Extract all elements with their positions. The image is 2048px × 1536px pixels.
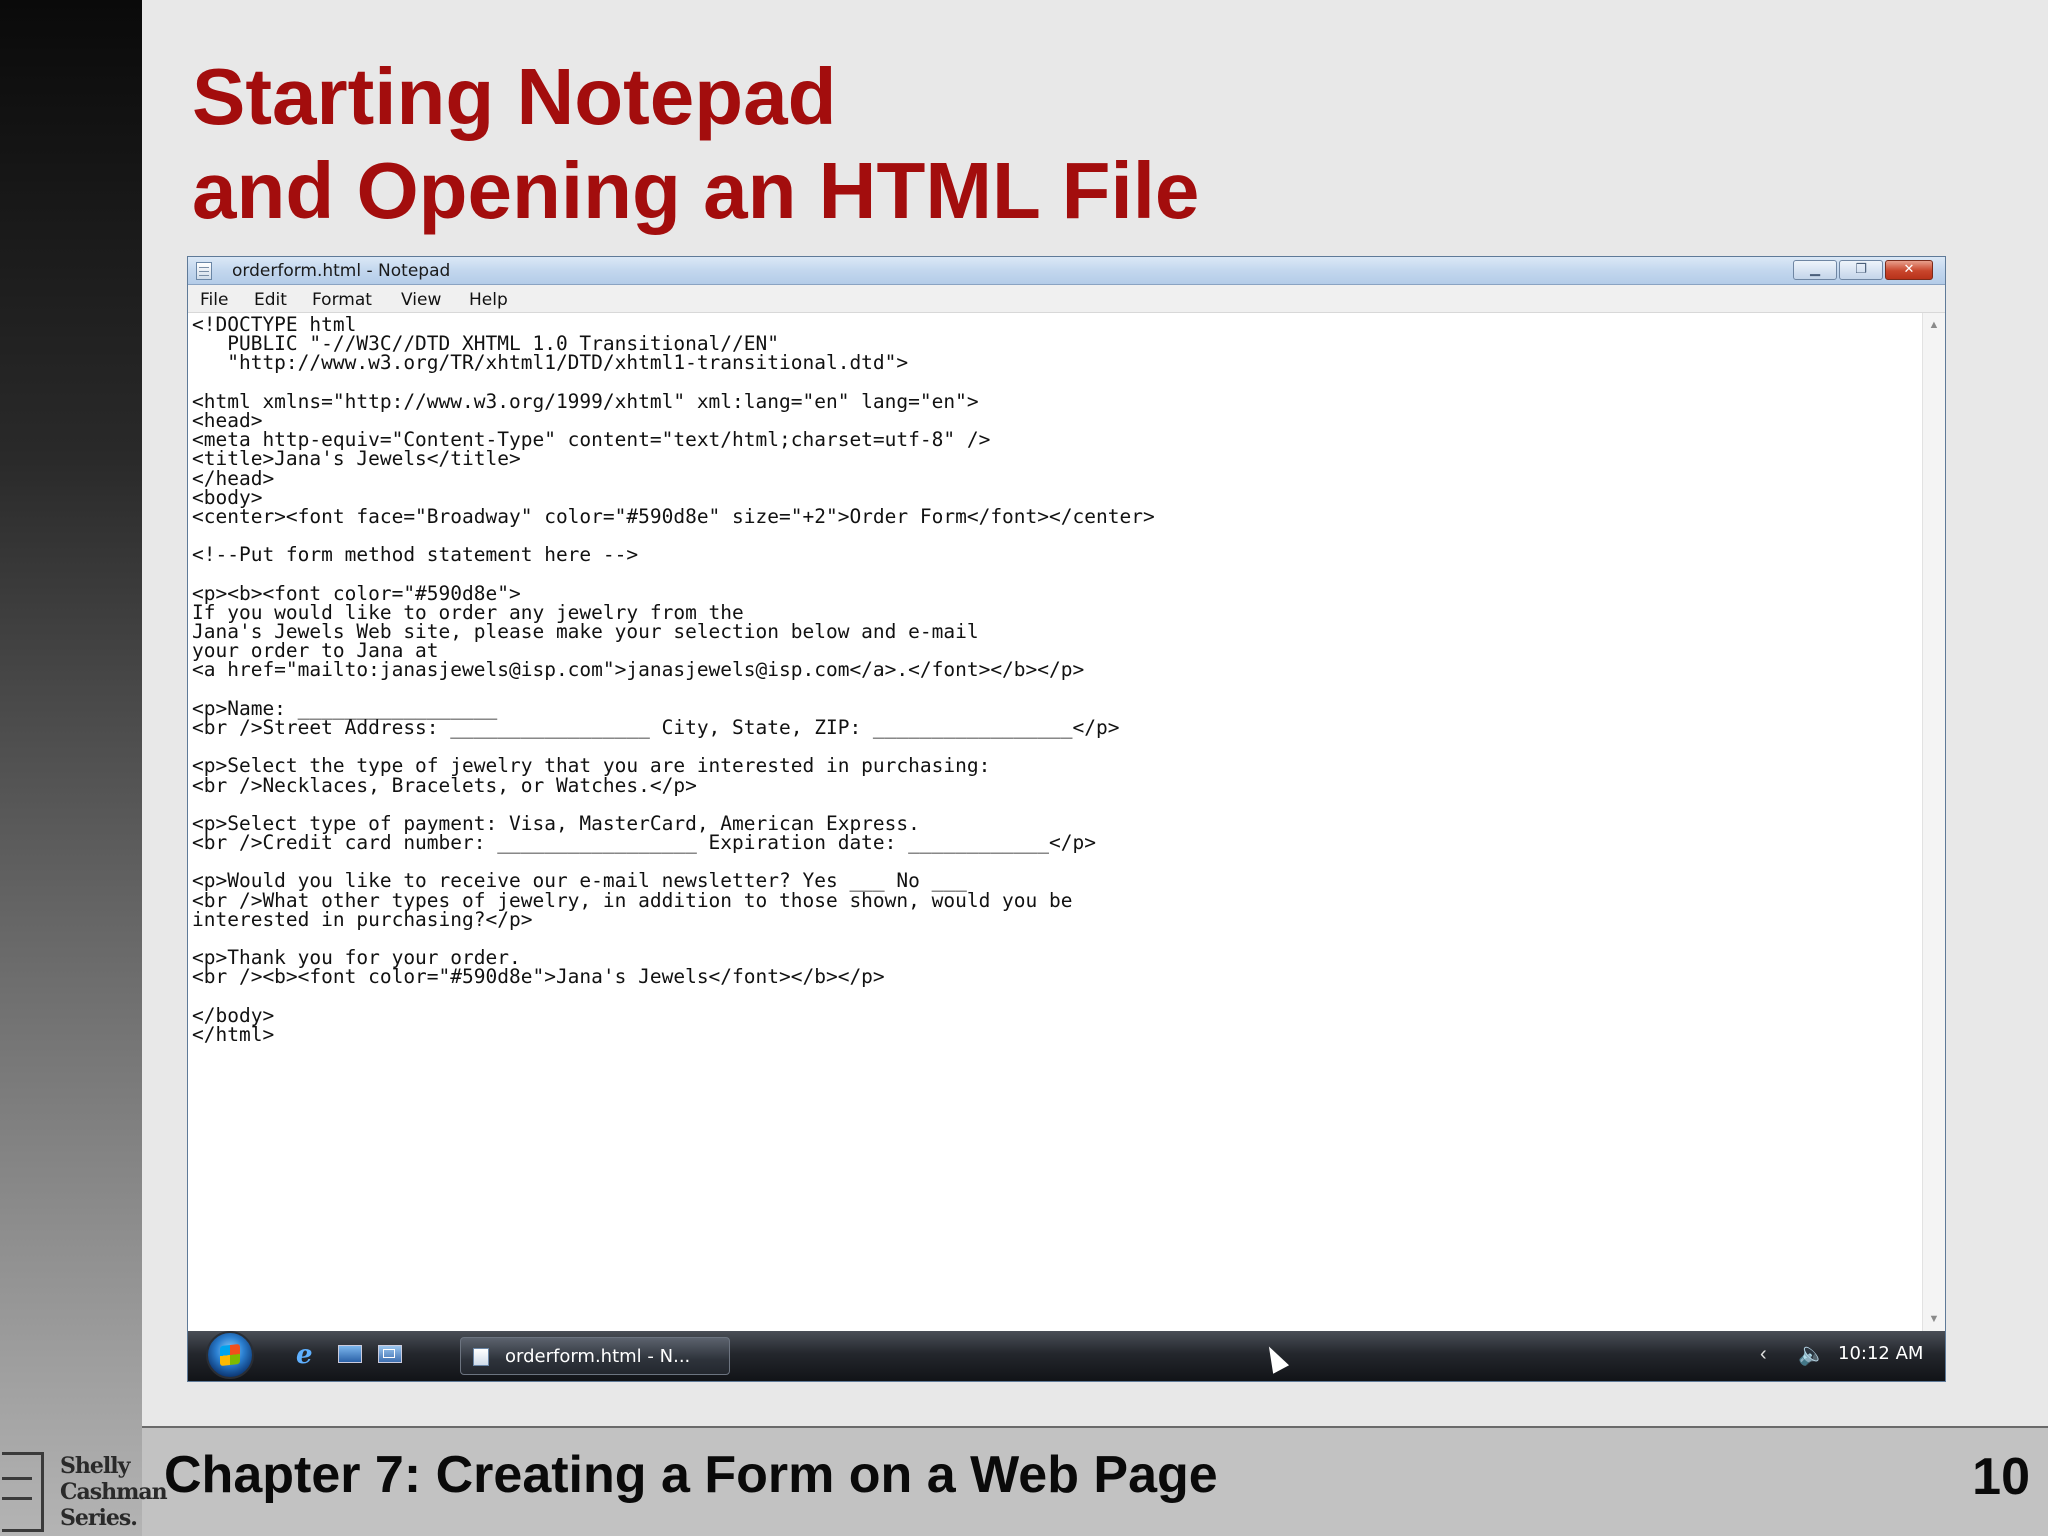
code-line: <br /><b><font color="#590d8e">Jana's Je… (192, 965, 885, 989)
logo-line-1: Shelly (60, 1453, 130, 1479)
code-line: <p><b><font color="#590d8e"> (192, 581, 521, 605)
chapter-title: Chapter 7: Creating a Form on a Web Page (164, 1446, 1218, 1504)
internet-explorer-icon[interactable]: e (296, 1342, 320, 1368)
menu-file[interactable]: File (200, 290, 228, 310)
notepad-app-icon[interactable] (196, 262, 212, 280)
notepad-titlebar[interactable]: orderform.html - Notepad ▁ ❐ ✕ (188, 257, 1945, 285)
maximize-button[interactable]: ❐ (1839, 260, 1883, 280)
code-lines: <!DOCTYPE html PUBLIC "-//W3C//DTD XHTML… (192, 315, 1155, 1046)
notepad-window: orderform.html - Notepad ▁ ❐ ✕ File Edit… (187, 256, 1946, 1382)
left-gradient-band (0, 0, 142, 1536)
code-line: </body> (192, 1003, 275, 1027)
code-line: <p>Would you like to receive our e-mail … (192, 869, 967, 893)
vertical-scrollbar[interactable]: ▲ ▼ (1922, 313, 1945, 1331)
code-line: </html> (192, 1022, 275, 1046)
page-number: 10 (1972, 1448, 2030, 1506)
code-line: <center><font face="Broadway" color="#59… (192, 504, 1155, 528)
menu-format[interactable]: Format (312, 290, 372, 310)
code-line: interested in purchasing?</p> (192, 907, 533, 931)
notepad-window-title: orderform.html - Notepad (232, 261, 451, 281)
show-desktop-icon[interactable] (338, 1345, 362, 1363)
tray-expand-chevron-icon[interactable]: ‹ (1760, 1343, 1767, 1366)
code-line: <p>Select the type of jewelry that you a… (192, 754, 991, 778)
code-line: <html xmlns="http://www.w3.org/1999/xhtm… (192, 389, 979, 413)
menu-view[interactable]: View (401, 290, 441, 310)
code-line: <a href="mailto:janasjewels@isp.com">jan… (192, 658, 1085, 682)
code-line: <!--Put form method statement here --> (192, 543, 639, 567)
logo-line-3: Series. (60, 1505, 138, 1531)
scroll-down-arrow-icon[interactable]: ▼ (1923, 1309, 1945, 1329)
notepad-text-area[interactable]: <!DOCTYPE html PUBLIC "-//W3C//DTD XHTML… (188, 313, 1922, 1331)
code-line: <body> (192, 485, 263, 509)
code-line: <br />Credit card number: ______________… (192, 831, 1096, 855)
code-line: <br />What other types of jewelry, in ad… (192, 888, 1073, 912)
scroll-up-arrow-icon[interactable]: ▲ (1923, 315, 1945, 335)
volume-icon[interactable]: 🔈 (1798, 1341, 1825, 1367)
menu-edit[interactable]: Edit (254, 290, 287, 310)
taskbar-button-label: orderform.html - N... (505, 1346, 691, 1367)
start-button[interactable] (206, 1331, 254, 1379)
publisher-logo: Shelly Cashman Series. (0, 1452, 168, 1536)
slide-title-line-2: and Opening an HTML File (192, 146, 1200, 235)
mouse-pointer-icon (1260, 1342, 1290, 1374)
slide-title: Starting Notepad and Opening an HTML Fil… (192, 50, 1199, 238)
slide-title-line-1: Starting Notepad (192, 52, 837, 141)
code-line: <title>Jana's Jewels</title> (192, 447, 521, 471)
code-line: "http://www.w3.org/TR/xhtml1/DTD/xhtml1-… (192, 351, 909, 375)
logo-mark-icon (2, 1452, 44, 1532)
notepad-menubar: File Edit Format View Help (188, 285, 1945, 313)
code-line: <br />Necklaces, Bracelets, or Watches.<… (192, 773, 697, 797)
minimize-button[interactable]: ▁ (1793, 260, 1837, 280)
taskbar-notepad-button[interactable]: orderform.html - N... (460, 1337, 730, 1375)
close-button[interactable]: ✕ (1885, 260, 1933, 280)
code-line: </head> (192, 466, 275, 490)
logo-line-2: Cashman (60, 1479, 168, 1505)
switch-windows-icon[interactable] (378, 1345, 402, 1363)
taskbar: e orderform.html - N... ‹ 🔈 10:12 AM (188, 1331, 1945, 1381)
menu-help[interactable]: Help (469, 290, 508, 310)
code-line: <br />Street Address: _________________ … (192, 715, 1120, 739)
notepad-taskbar-icon (473, 1348, 489, 1366)
system-clock[interactable]: 10:12 AM (1838, 1343, 1923, 1364)
